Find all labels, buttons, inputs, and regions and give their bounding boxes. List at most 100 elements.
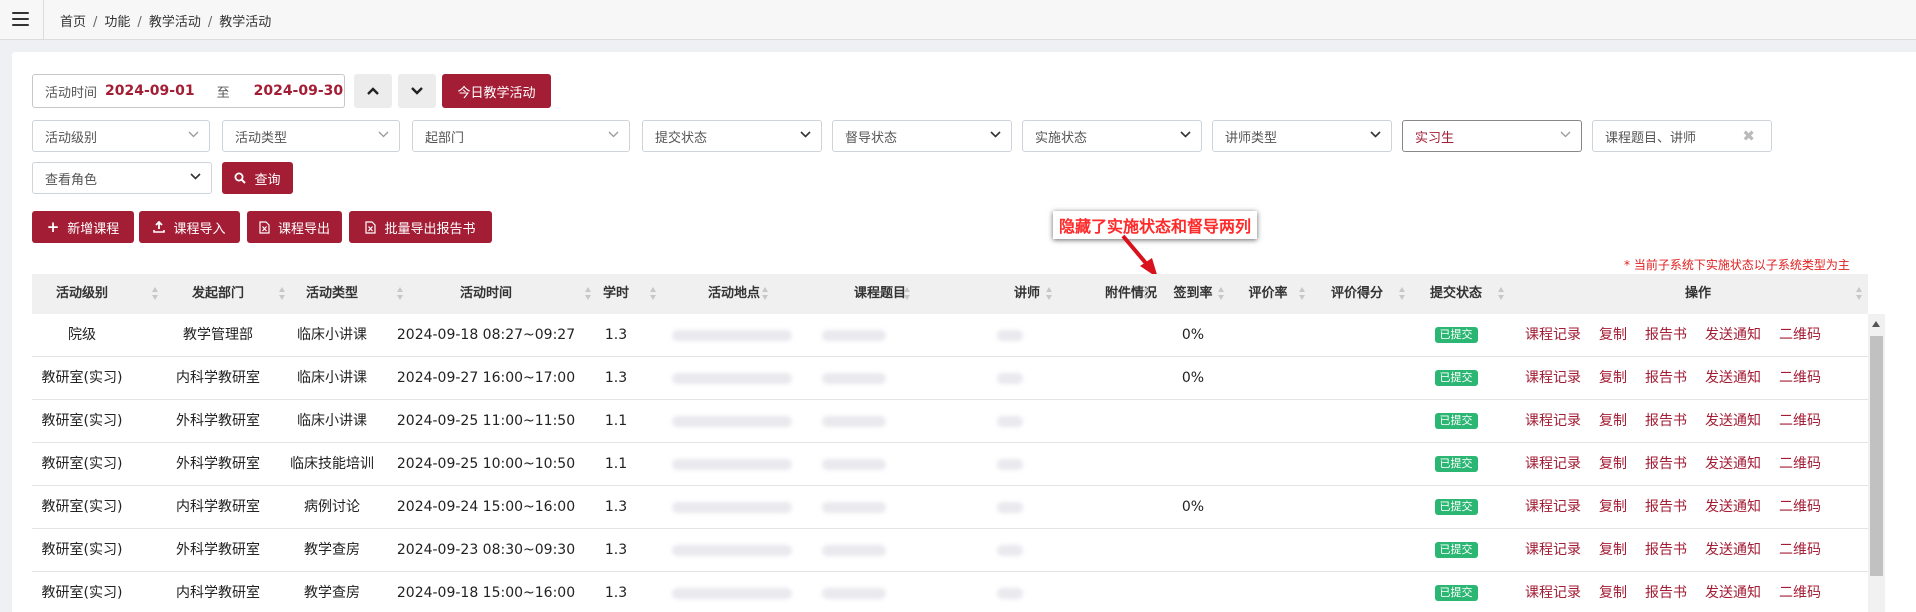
export-course-button[interactable]: 课程导出	[247, 211, 342, 243]
col-eval-score[interactable]: 评价得分	[1310, 274, 1404, 314]
qrcode-link[interactable]: 二维码	[1779, 413, 1821, 429]
copy-link[interactable]: 复制	[1599, 542, 1627, 558]
supervise-status-select[interactable]: 督导状态	[832, 120, 1012, 152]
copy-link[interactable]: 复制	[1599, 370, 1627, 386]
start-date[interactable]: 2024-09-01	[105, 83, 195, 99]
status-badge: 已提交	[1434, 327, 1478, 343]
hamburger-menu-icon[interactable]	[12, 12, 29, 26]
course-record-link[interactable]: 课程记录	[1525, 327, 1581, 343]
query-button[interactable]: 查询	[222, 162, 293, 194]
qrcode-link[interactable]: 二维码	[1779, 585, 1821, 601]
copy-link[interactable]: 复制	[1599, 413, 1627, 429]
lecturer-type-select[interactable]: 讲师类型	[1212, 120, 1392, 152]
col-level[interactable]: 活动级别	[32, 274, 132, 314]
send-notice-link[interactable]: 发送通知	[1705, 413, 1761, 429]
batch-export-report-button[interactable]: 批量导出报告书	[349, 211, 492, 243]
report-link[interactable]: 报告书	[1645, 456, 1687, 472]
col-topic[interactable]: 课程题目	[790, 274, 970, 314]
divider	[43, 0, 44, 40]
breadcrumb-home[interactable]: 首页	[60, 15, 86, 30]
clear-icon[interactable]: ✖	[1742, 127, 1755, 145]
cell-dept: 内科学教研室	[176, 585, 260, 601]
sort-icon[interactable]	[1143, 287, 1150, 301]
col-hours[interactable]: 学时	[584, 274, 648, 314]
sort-icon[interactable]	[1856, 287, 1863, 301]
sort-icon[interactable]	[1218, 287, 1225, 301]
col-eval-rate[interactable]: 评价率	[1232, 274, 1304, 314]
breadcrumb-function[interactable]: 功能	[104, 15, 130, 30]
send-notice-link[interactable]: 发送通知	[1705, 370, 1761, 386]
level-select[interactable]: 活动级别	[32, 120, 210, 152]
sort-icon[interactable]	[1046, 287, 1053, 301]
implement-status-select[interactable]: 实施状态	[1022, 120, 1202, 152]
send-notice-link[interactable]: 发送通知	[1705, 585, 1761, 601]
col-submit[interactable]: 提交状态	[1404, 274, 1508, 314]
sort-icon[interactable]	[904, 287, 911, 301]
col-type[interactable]: 活动类型	[276, 274, 388, 314]
copy-link[interactable]: 复制	[1599, 456, 1627, 472]
sort-icon[interactable]	[762, 287, 769, 301]
report-link[interactable]: 报告书	[1645, 542, 1687, 558]
course-record-link[interactable]: 课程记录	[1525, 585, 1581, 601]
chevron-down-icon	[990, 131, 1001, 138]
date-range-field[interactable]: 活动时间 2024-09-01 至 2024-09-30	[32, 74, 345, 108]
course-record-link[interactable]: 课程记录	[1525, 413, 1581, 429]
cell-topic-redacted	[822, 314, 982, 357]
end-date[interactable]: 2024-09-30	[254, 83, 344, 99]
breadcrumb-teaching[interactable]: 教学活动	[149, 15, 201, 30]
cell-level: 教研室(实习)	[41, 413, 123, 429]
sort-icon[interactable]	[1498, 287, 1505, 301]
qrcode-link[interactable]: 二维码	[1779, 370, 1821, 386]
today-activity-button[interactable]: 今日教学活动	[442, 74, 551, 108]
date-range-label: 活动时间	[45, 85, 98, 101]
send-notice-link[interactable]: 发送通知	[1705, 499, 1761, 515]
cell-level: 教研室(实习)	[41, 499, 123, 515]
search-input[interactable]: 课程题目、讲师 ✖	[1592, 120, 1772, 152]
report-link[interactable]: 报告书	[1645, 499, 1687, 515]
cell-dept: 内科学教研室	[176, 499, 260, 515]
course-record-link[interactable]: 课程记录	[1525, 499, 1581, 515]
prev-month-button[interactable]	[354, 74, 392, 108]
copy-link[interactable]: 复制	[1599, 585, 1627, 601]
send-notice-link[interactable]: 发送通知	[1705, 327, 1761, 343]
send-notice-link[interactable]: 发送通知	[1705, 542, 1761, 558]
qrcode-link[interactable]: 二维码	[1779, 456, 1821, 472]
course-record-link[interactable]: 课程记录	[1525, 542, 1581, 558]
report-link[interactable]: 报告书	[1645, 413, 1687, 429]
cell-submit: 已提交	[1404, 357, 1508, 400]
col-dept[interactable]: 发起部门	[160, 274, 276, 314]
qrcode-link[interactable]: 二维码	[1779, 327, 1821, 343]
send-notice-link[interactable]: 发送通知	[1705, 456, 1761, 472]
vertical-scrollbar[interactable]	[1868, 314, 1885, 612]
cell-topic-redacted	[822, 529, 982, 572]
type-select[interactable]: 活动类型	[222, 120, 400, 152]
add-course-button[interactable]: + 新增课程	[32, 211, 134, 243]
trainee-select[interactable]: 实习生	[1402, 120, 1582, 152]
cell-hours: 1.3	[604, 370, 628, 386]
import-course-button[interactable]: 课程导入	[139, 211, 240, 243]
qrcode-link[interactable]: 二维码	[1779, 499, 1821, 515]
status-badge: 已提交	[1434, 370, 1478, 386]
report-link[interactable]: 报告书	[1645, 585, 1687, 601]
table-row: 教研室(实习) 外科学教研室 临床技能培训 2024-09-25 10:00~10:5…	[32, 443, 1868, 486]
cell-hours: 1.3	[604, 327, 628, 343]
row-actions: 课程记录 复制 报告书 发送通知 二维码	[1525, 572, 1839, 612]
submit-status-select[interactable]: 提交状态	[642, 120, 822, 152]
report-link[interactable]: 报告书	[1645, 327, 1687, 343]
report-link[interactable]: 报告书	[1645, 370, 1687, 386]
cell-type: 临床小讲课	[297, 327, 367, 343]
qrcode-link[interactable]: 二维码	[1779, 542, 1821, 558]
view-role-select[interactable]: 查看角色	[32, 162, 212, 194]
copy-link[interactable]: 复制	[1599, 499, 1627, 515]
course-record-link[interactable]: 课程记录	[1525, 456, 1581, 472]
course-record-link[interactable]: 课程记录	[1525, 370, 1581, 386]
copy-link[interactable]: 复制	[1599, 327, 1627, 343]
next-month-button[interactable]	[398, 74, 436, 108]
scroll-thumb[interactable]	[1870, 336, 1883, 576]
cell-time: 2024-09-25 11:00~11:50	[396, 413, 576, 429]
sort-icon[interactable]	[1299, 287, 1306, 301]
col-time[interactable]: 活动时间	[388, 274, 584, 314]
department-select[interactable]: 起部门	[412, 120, 630, 152]
scroll-up-icon[interactable]	[1872, 321, 1880, 327]
sort-icon[interactable]	[152, 287, 159, 301]
